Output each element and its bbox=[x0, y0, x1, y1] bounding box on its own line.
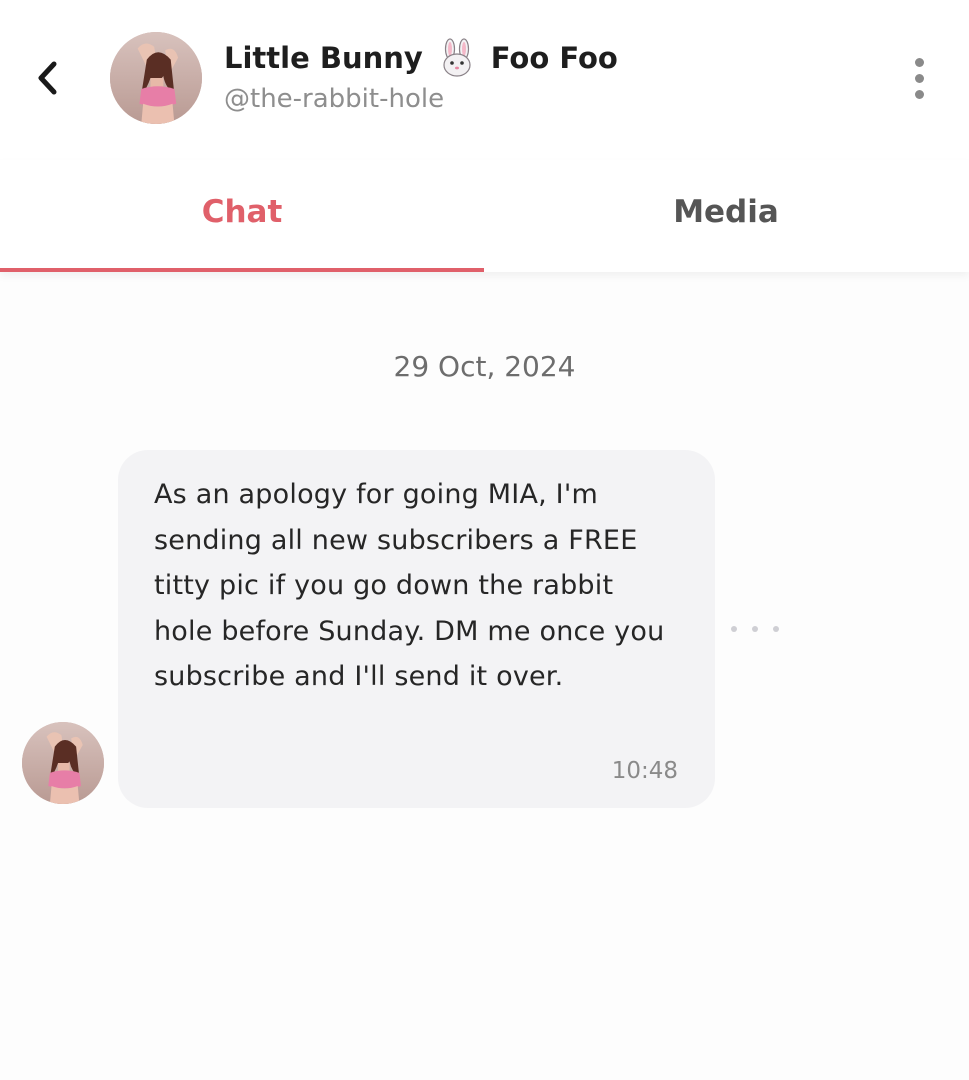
tab-bar: Chat Media bbox=[0, 160, 969, 272]
contact-name: Little Bunny Foo Foo bbox=[224, 38, 618, 78]
horizontal-dots-icon bbox=[731, 626, 737, 632]
vertical-dots-icon-dot bbox=[914, 89, 924, 99]
conversation-header: Little Bunny Foo Foo @the-rabbit-hole bbox=[0, 0, 969, 160]
message-bubble[interactable]: As an apology for going MIA, I'm sending… bbox=[118, 450, 715, 808]
avatar-photo bbox=[110, 32, 202, 124]
active-tab-indicator bbox=[0, 268, 484, 272]
message-timestamp: 10:48 bbox=[611, 758, 678, 784]
horizontal-dots-icon-dot bbox=[773, 626, 779, 632]
back-button[interactable] bbox=[26, 56, 70, 100]
horizontal-dots-icon-dot bbox=[752, 626, 758, 632]
avatar-photo bbox=[22, 722, 104, 804]
tab-media[interactable]: Media bbox=[484, 160, 968, 272]
chat-screen: Little Bunny Foo Foo @the-rabbit-hole Ch… bbox=[0, 0, 969, 1080]
chevron-left-icon bbox=[38, 61, 57, 95]
message-list[interactable]: 29 Oct, 2024 As an apology for going MIA… bbox=[0, 272, 969, 1080]
more-options-button[interactable] bbox=[898, 52, 940, 104]
contact-handle: @the-rabbit-hole bbox=[224, 84, 445, 114]
date-separator: 29 Oct, 2024 bbox=[393, 350, 576, 383]
rabbit-face-icon bbox=[437, 38, 477, 78]
sender-avatar[interactable] bbox=[22, 722, 104, 804]
contact-name-first: Little Bunny bbox=[224, 41, 423, 75]
tab-chat[interactable]: Chat bbox=[0, 160, 484, 272]
contact-name-last: Foo Foo bbox=[490, 41, 618, 75]
vertical-dots-icon-dot bbox=[914, 73, 924, 83]
message-text: As an apology for going MIA, I'm sending… bbox=[154, 479, 665, 692]
avatar[interactable] bbox=[110, 32, 202, 124]
vertical-dots-icon bbox=[914, 57, 924, 67]
message-options-button[interactable] bbox=[731, 618, 779, 640]
